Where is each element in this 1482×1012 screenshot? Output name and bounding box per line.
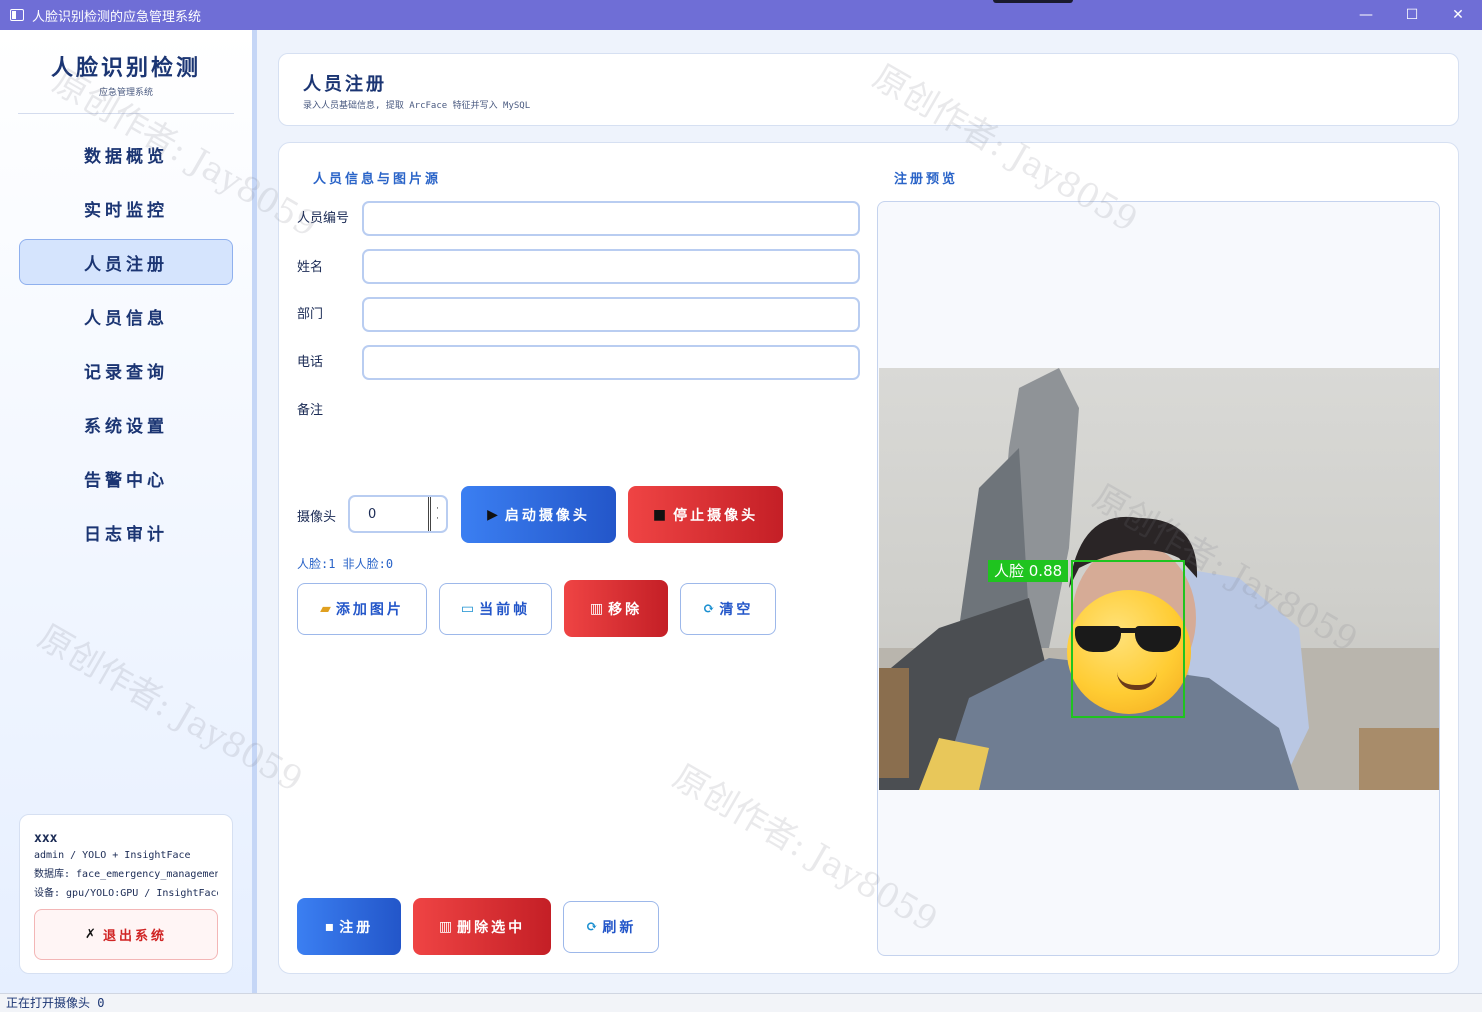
sidebar-item-alerts[interactable]: 告警中心 xyxy=(19,455,233,501)
trash-icon: ▥ xyxy=(589,600,607,617)
phone-label: 电话 xyxy=(297,355,324,370)
brand-divider xyxy=(18,113,234,114)
save-icon: ▪ xyxy=(324,918,338,935)
sidebar-divider xyxy=(252,30,257,993)
employee-id-label: 人员编号 xyxy=(297,211,350,226)
stop-camera-button[interactable]: ■ 停止摄像头 xyxy=(628,486,783,543)
stop-camera-label: 停止摄像头 xyxy=(673,507,759,524)
folder-icon: ▰ xyxy=(320,601,334,617)
refresh-button[interactable]: ⟳ 刷新 xyxy=(563,901,659,953)
name-label: 姓名 xyxy=(297,260,324,275)
sidebar-item-overview[interactable]: 数据概览 xyxy=(19,131,233,177)
department-label: 部门 xyxy=(297,307,324,322)
spin-down-icon[interactable]: · xyxy=(436,514,439,524)
monitor-icon: ▭ xyxy=(460,601,478,617)
logout-label: 退出系统 xyxy=(102,929,167,944)
delete-selected-label: 删除选中 xyxy=(457,919,526,936)
refresh-icon: ⟳ xyxy=(702,601,718,617)
sidebar-item-settings[interactable]: 系统设置 xyxy=(19,401,233,447)
status-bar: 正在打开摄像头 0 xyxy=(0,993,1482,1012)
minimize-button[interactable]: — xyxy=(1343,0,1389,30)
spin-up-icon[interactable]: · xyxy=(436,504,439,514)
department-input[interactable] xyxy=(362,297,860,332)
sidebar-item-records[interactable]: 记录查询 xyxy=(19,347,233,393)
current-frame-label: 当前帧 xyxy=(479,602,531,618)
camera-label: 摄像头 xyxy=(297,510,337,525)
start-camera-button[interactable]: ▶ 启动摄像头 xyxy=(461,486,616,543)
brand-title: 人脸识别检测 xyxy=(50,55,201,81)
current-frame-button[interactable]: ▭ 当前帧 xyxy=(439,583,552,635)
note-label: 备注 xyxy=(297,403,324,418)
title-bar: 人脸识别检测的应急管理系统 — ☐ ✕ xyxy=(0,0,1482,30)
face-detection-label: 人脸 0.88 xyxy=(988,560,1069,582)
face-detection-box xyxy=(1071,560,1185,718)
refresh-label: 刷新 xyxy=(602,920,637,936)
stop-icon: ■ xyxy=(652,506,670,523)
add-image-label: 添加图片 xyxy=(335,602,404,618)
name-input[interactable] xyxy=(362,249,860,284)
sidebar-item-logs[interactable]: 日志审计 xyxy=(19,509,233,555)
user-role: admin / YOLO + InsightFace xyxy=(34,850,191,861)
delete-selected-button[interactable]: ▥ 删除选中 xyxy=(413,898,551,955)
camera-index-value: 0 xyxy=(368,507,377,522)
brand-subtitle: 应急管理系统 xyxy=(98,88,153,98)
maximize-button[interactable]: ☐ xyxy=(1389,0,1435,30)
remove-label: 移除 xyxy=(608,601,643,618)
user-name: xxx xyxy=(34,831,58,846)
close-button[interactable]: ✕ xyxy=(1435,0,1481,30)
clear-label: 清空 xyxy=(719,602,754,618)
refresh-icon: ⟳ xyxy=(585,919,601,935)
phone-input[interactable] xyxy=(362,345,860,380)
camera-frame: 人脸 0.88 xyxy=(879,368,1439,790)
preview-section-title: 注册预览 xyxy=(894,172,959,187)
register-label: 注册 xyxy=(339,919,374,936)
user-device: 设备: gpu/YOLO:GPU / InsightFace xyxy=(34,888,218,899)
employee-id-input[interactable] xyxy=(362,201,860,236)
sidebar-item-register[interactable]: 人员注册 xyxy=(19,239,233,285)
trash-icon: ▥ xyxy=(438,918,456,935)
register-button[interactable]: ▪ 注册 xyxy=(297,898,401,955)
start-camera-label: 启动摄像头 xyxy=(504,507,590,524)
page-subtitle: 录入人员基础信息, 提取 ArcFace 特征并写入 MySQL xyxy=(303,101,531,111)
add-image-button[interactable]: ▰ 添加图片 xyxy=(297,583,427,635)
user-database: 数据库: face_emergency_management xyxy=(34,869,218,880)
close-x-icon: ✗ xyxy=(85,927,99,942)
window-title: 人脸识别检测的应急管理系统 xyxy=(32,9,202,25)
registration-preview: 人脸 0.88 xyxy=(877,201,1440,956)
form-section-title: 人员信息与图片源 xyxy=(313,172,442,187)
sidebar-item-monitor[interactable]: 实时监控 xyxy=(19,185,233,231)
face-count-stats: 人脸:1 非人脸:0 xyxy=(297,557,394,571)
spin-arrows[interactable]: · · xyxy=(428,497,446,531)
sidebar-item-personnel[interactable]: 人员信息 xyxy=(19,293,233,339)
clear-button[interactable]: ⟳ 清空 xyxy=(680,583,776,635)
app-icon xyxy=(10,9,24,21)
page-header: 人员注册 录入人员基础信息, 提取 ArcFace 特征并写入 MySQL xyxy=(278,53,1459,126)
logout-button[interactable]: ✗ 退出系统 xyxy=(34,909,218,960)
play-icon: ▶ xyxy=(487,506,501,523)
remove-button[interactable]: ▥ 移除 xyxy=(564,580,668,637)
title-bar-notch xyxy=(993,0,1073,3)
camera-index-spinbox[interactable]: 0 · · xyxy=(348,495,448,533)
page-title: 人员注册 xyxy=(303,74,387,95)
